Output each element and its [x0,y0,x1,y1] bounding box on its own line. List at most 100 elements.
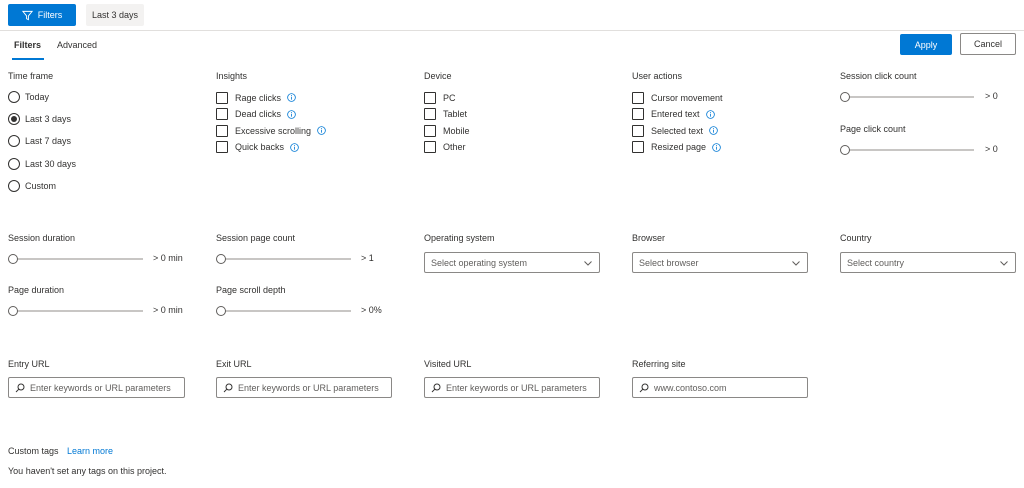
entry-url-input[interactable] [8,377,185,398]
radio-custom[interactable]: Custom [8,179,76,193]
radio-label: Last 3 days [25,114,72,124]
radio-last-3-days[interactable]: Last 3 days [8,112,76,126]
slider-track[interactable] [222,310,351,312]
user-actions-checkbox-group: Cursor movement Entered text Selected te… [632,91,723,154]
info-icon[interactable] [317,126,326,135]
checkbox-label: Mobile [443,125,470,136]
checkbox-selected-text[interactable]: Selected text [632,124,723,137]
slider-track[interactable] [846,96,974,98]
radio-button-selected[interactable] [8,113,20,125]
learn-more-link[interactable]: Learn more [67,446,113,456]
checkbox[interactable] [216,108,228,120]
cancel-button[interactable]: Cancel [960,33,1016,55]
page-click-count-slider[interactable]: > 0 [840,144,1020,156]
slider-thumb[interactable] [8,254,18,264]
radio-button[interactable] [8,180,20,192]
device-checkbox-group: PC Tablet Mobile Other [424,91,470,154]
filters-toggle-button[interactable]: Filters [8,4,76,26]
page-duration-slider[interactable]: > 0 min [8,305,198,317]
date-range-chip[interactable]: Last 3 days [86,4,144,26]
insights-checkbox-group: Rage clicks Dead clicks Excessive scroll… [216,91,326,154]
visited-url-field[interactable] [446,382,593,393]
exit-url-input[interactable] [216,377,392,398]
checkbox-resized-page[interactable]: Resized page [632,141,723,154]
exit-url-title: Exit URL [216,359,252,369]
checkbox[interactable] [632,141,644,153]
checkbox-label: Cursor movement [651,92,723,103]
checkbox[interactable] [424,108,436,120]
info-icon[interactable] [709,126,718,135]
chevron-down-icon [1000,260,1008,266]
custom-tags-empty-message: You haven't set any tags on this project… [8,466,167,476]
info-icon[interactable] [290,142,299,152]
slider-track[interactable] [14,258,143,260]
checkbox-other[interactable]: Other [424,141,470,154]
checkbox-label: Rage clicks [235,92,282,103]
custom-tags-title: Custom tags [8,446,59,456]
slider-thumb[interactable] [216,254,226,264]
radio-label: Last 7 days [25,136,72,146]
slider-thumb[interactable] [840,92,850,102]
referring-site-field[interactable] [654,382,801,393]
checkbox[interactable] [424,124,436,137]
country-dropdown[interactable]: Select country [840,252,1016,273]
session-click-count-slider[interactable]: > 0 [840,91,1020,103]
checkbox-label: Quick backs [235,142,285,152]
dropdown-placeholder: Select country [847,257,905,268]
slider-track[interactable] [14,310,143,312]
radio-last-7-days[interactable]: Last 7 days [8,134,76,148]
referring-site-input[interactable] [632,377,808,398]
info-icon[interactable] [287,109,296,119]
slider-thumb[interactable] [8,306,18,316]
checkbox-cursor-movement[interactable]: Cursor movement [632,91,723,104]
slider-value: > 0 [985,91,998,101]
slider-value: > 0% [361,305,382,315]
entry-url-field[interactable] [30,382,178,393]
checkbox-mobile[interactable]: Mobile [424,124,470,137]
checkbox[interactable] [632,108,644,120]
radio-last-30-days[interactable]: Last 30 days [8,157,76,171]
checkbox[interactable] [216,141,228,153]
page-scroll-depth-slider[interactable]: > 0% [216,305,406,317]
checkbox-label: Entered text [651,109,700,119]
checkbox-dead-clicks[interactable]: Dead clicks [216,108,326,121]
visited-url-input[interactable] [424,377,600,398]
country-title: Country [840,233,872,243]
checkbox-pc[interactable]: PC [424,91,470,104]
radio-button[interactable] [8,135,20,147]
radio-today[interactable]: Today [8,90,76,104]
checkbox[interactable] [424,141,436,153]
search-icon [15,383,25,392]
slider-track[interactable] [846,149,974,151]
operating-system-dropdown[interactable]: Select operating system [424,252,600,273]
slider-track[interactable] [222,258,351,260]
chevron-down-icon [584,260,592,266]
checkbox[interactable] [216,124,228,137]
tab-advanced[interactable]: Advanced [57,40,97,50]
checkbox-excessive-scrolling[interactable]: Excessive scrolling [216,124,326,137]
exit-url-field[interactable] [238,382,385,393]
checkbox-rage-clicks[interactable]: Rage clicks [216,91,326,104]
checkbox-entered-text[interactable]: Entered text [632,108,723,121]
info-icon[interactable] [705,109,715,119]
checkbox[interactable] [216,91,228,104]
slider-thumb[interactable] [216,306,226,316]
checkbox-quick-backs[interactable]: Quick backs [216,141,326,154]
browser-dropdown[interactable]: Select browser [632,252,808,273]
radio-button[interactable] [8,91,20,103]
session-page-count-slider[interactable]: > 1 [216,253,406,265]
session-duration-slider[interactable]: > 0 min [8,253,198,265]
apply-button[interactable]: Apply [900,34,952,55]
slider-value: > 0 [985,144,998,154]
session-click-count-title: Session click count [840,71,917,81]
info-icon[interactable] [287,93,296,102]
checkbox[interactable] [632,124,644,137]
checkbox-label: Selected text [651,125,704,136]
checkbox[interactable] [424,91,436,104]
checkbox-tablet[interactable]: Tablet [424,108,470,121]
tab-filters[interactable]: Filters [14,40,41,50]
radio-button[interactable] [8,158,20,170]
checkbox[interactable] [632,91,644,104]
info-icon[interactable] [712,142,721,152]
slider-thumb[interactable] [840,145,850,155]
